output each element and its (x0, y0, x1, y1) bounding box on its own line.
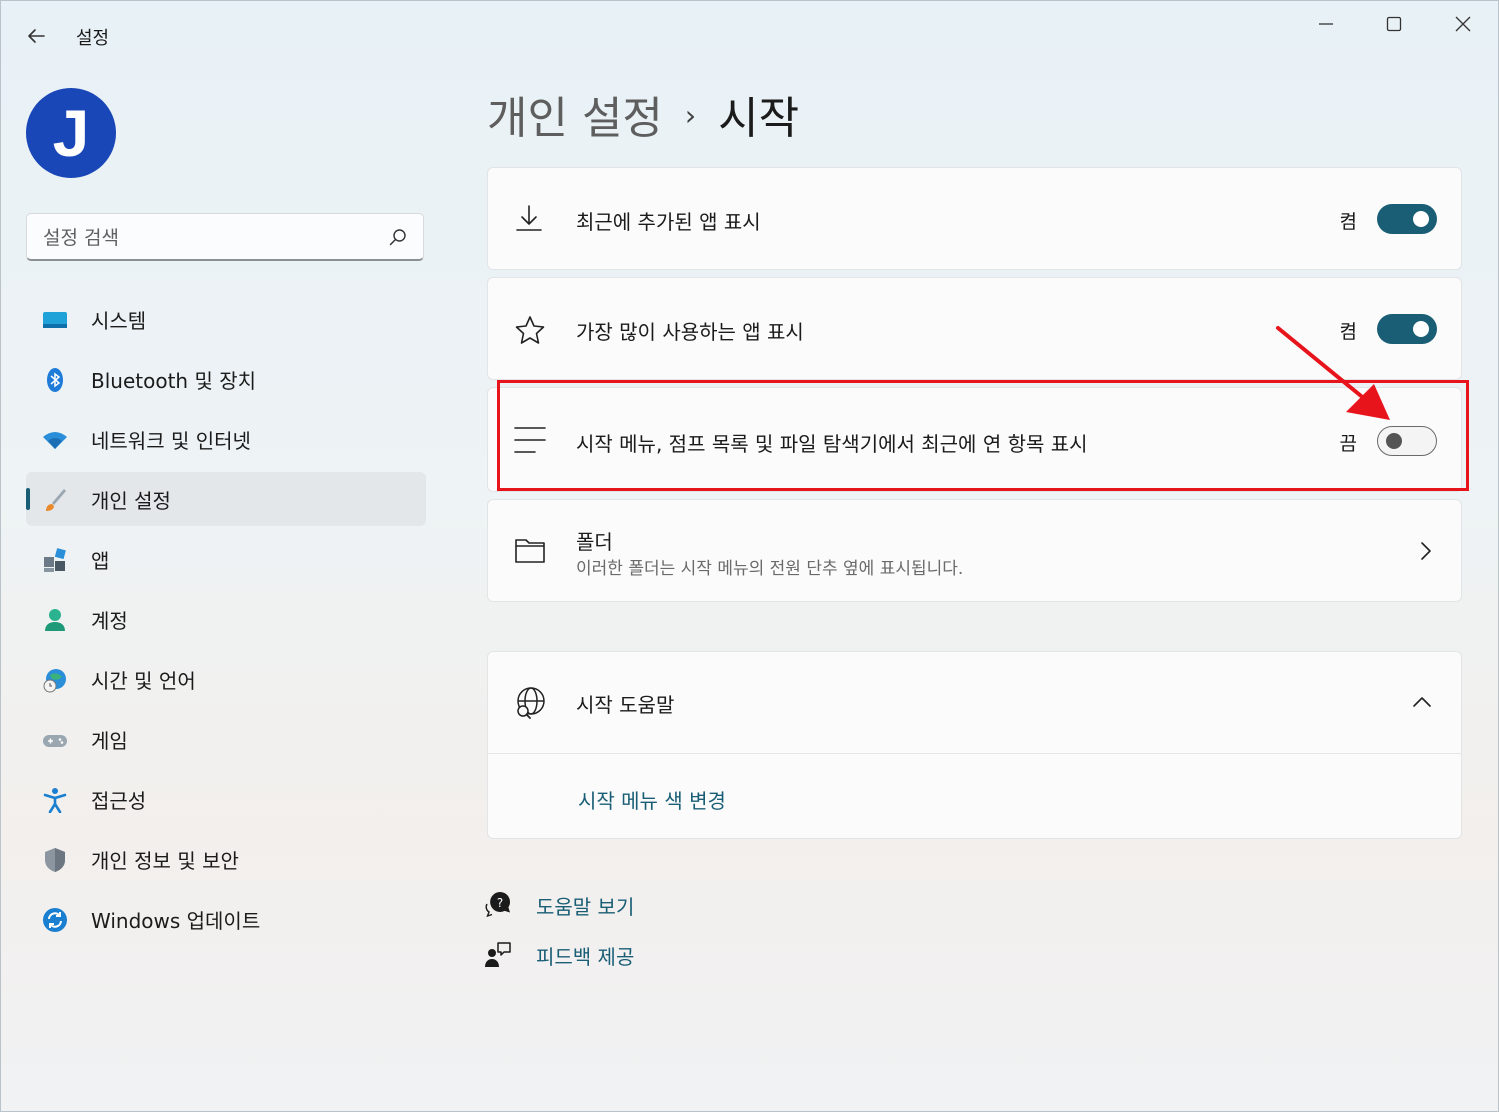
breadcrumb-separator: › (684, 99, 697, 132)
change-start-color-link[interactable]: 시작 메뉴 색 변경 (578, 785, 726, 814)
start-help-header[interactable]: 시작 도움말 (488, 652, 1461, 753)
sidebar-item-bluetooth[interactable]: Bluetooth 및 장치 (26, 352, 426, 406)
search-icon[interactable] (389, 228, 407, 250)
download-icon (514, 203, 544, 237)
divider (488, 753, 1461, 754)
feedback-icon (484, 940, 512, 972)
update-icon (42, 907, 68, 933)
toggle-knob (1413, 321, 1429, 337)
search-input[interactable] (41, 224, 375, 252)
bluetooth-icon (42, 367, 68, 393)
chevron-right-icon (1419, 540, 1433, 566)
help-icon: ? (484, 890, 512, 922)
sidebar-item-time-language[interactable]: 시간 및 언어 (26, 652, 426, 706)
sidebar-nav: 시스템 Bluetooth 및 장치 네트워크 및 인터넷 개인 설정 앱 계정 (26, 292, 426, 952)
start-help-card: 시작 도움말 시작 메뉴 색 변경 (487, 651, 1462, 839)
system-icon (42, 307, 68, 333)
maximize-button[interactable] (1374, 10, 1414, 38)
breadcrumb: 개인 설정 › 시작 (487, 82, 799, 146)
sidebar-item-accessibility[interactable]: 접근성 (26, 772, 426, 826)
sidebar-item-privacy[interactable]: 개인 정보 및 보안 (26, 832, 426, 886)
close-button[interactable] (1443, 10, 1483, 38)
globe-search-icon (514, 686, 548, 724)
time-language-icon (42, 667, 68, 693)
shield-icon (42, 847, 68, 873)
accessibility-icon (42, 787, 68, 814)
sidebar-item-gaming[interactable]: 게임 (26, 712, 426, 766)
sidebar-item-windows-update[interactable]: Windows 업데이트 (26, 892, 426, 946)
red-arrow-annotation (1276, 326, 1390, 420)
gamepad-icon (42, 727, 68, 753)
wifi-icon (42, 427, 68, 453)
sidebar-item-system[interactable]: 시스템 (26, 292, 426, 346)
star-icon (514, 314, 546, 350)
folders-subtitle: 이러한 폴더는 시작 메뉴의 전원 단추 옆에 표시됩니다. (576, 559, 964, 579)
folders-row[interactable]: 폴더 이러한 폴더는 시작 메뉴의 전원 단추 옆에 표시됩니다. (487, 499, 1462, 602)
feedback-label: 피드백 제공 (536, 944, 635, 969)
active-indicator (26, 488, 30, 510)
breadcrumb-parent[interactable]: 개인 설정 (487, 93, 663, 144)
get-help-label: 도움말 보기 (536, 894, 635, 919)
back-arrow-icon[interactable] (24, 24, 48, 48)
recent-apps-toggle[interactable] (1377, 204, 1437, 234)
avatar[interactable]: J (26, 88, 116, 178)
sidebar-item-personalization[interactable]: 개인 설정 (26, 472, 426, 526)
chevron-up-icon[interactable] (1411, 694, 1433, 713)
brush-icon (42, 487, 68, 513)
sidebar-item-apps[interactable]: 앱 (26, 532, 426, 586)
svg-text:?: ? (497, 896, 503, 910)
sidebar-item-accounts[interactable]: 계정 (26, 592, 426, 646)
apps-icon (42, 547, 68, 573)
folders-title: 폴더 (576, 530, 613, 554)
search-box[interactable] (26, 213, 424, 261)
app-title: 설정 (76, 28, 110, 49)
title-bar: 설정 (0, 0, 1499, 70)
folder-icon (514, 536, 546, 568)
account-icon (42, 607, 68, 633)
toggle-state-label: 켬 (1339, 211, 1357, 233)
setting-title: 최근에 추가된 앱 표시 (576, 210, 761, 234)
start-help-title: 시작 도움말 (576, 693, 675, 717)
page-title: 시작 (718, 93, 800, 144)
setting-recent-apps: 최근에 추가된 앱 표시 켬 (487, 167, 1462, 270)
setting-title: 가장 많이 사용하는 앱 표시 (576, 320, 804, 344)
toggle-knob (1413, 211, 1429, 227)
minimize-button[interactable] (1306, 10, 1346, 38)
sidebar-item-network[interactable]: 네트워크 및 인터넷 (26, 412, 426, 466)
